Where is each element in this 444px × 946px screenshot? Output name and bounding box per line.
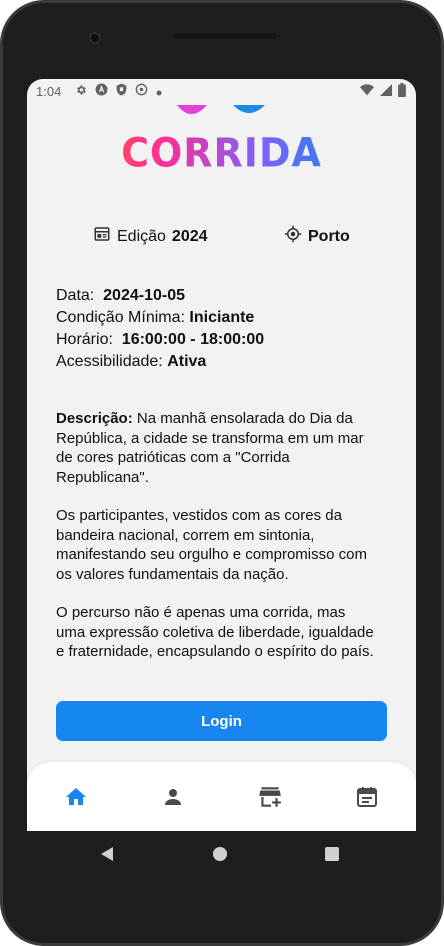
dot-icon: [156, 84, 162, 99]
battery-icon: [398, 82, 406, 100]
wifi-icon: [360, 83, 374, 99]
edition-info: Edição 2024: [93, 225, 208, 248]
home-circle-icon[interactable]: [213, 847, 227, 861]
description-paragraph-2: Os participantes, vestidos com as cores …: [56, 507, 367, 583]
date-value: 2024-10-05: [103, 287, 185, 304]
calendar-icon: [355, 785, 379, 814]
gear-icon: [75, 84, 87, 99]
add-event-icon: [257, 784, 283, 815]
login-button[interactable]: Login: [56, 701, 387, 741]
accessibility-label: Acessibilidade:: [56, 353, 163, 370]
description-paragraph-1: Descrição: Na manhã ensolarada do Dia da…: [56, 409, 376, 487]
status-bar: 1:04: [27, 79, 416, 103]
status-right-group: [360, 82, 406, 100]
location-info: Porto: [284, 225, 350, 248]
date-label: Data:: [56, 287, 95, 304]
event-details: Data: 2024-10-05 Condição Mínima: Inicia…: [56, 285, 396, 373]
edition-year: 2024: [171, 227, 208, 245]
tab-add-event[interactable]: [255, 784, 285, 814]
event-meta-row: Edição 2024 Porto: [27, 225, 416, 247]
time-value: 16:00:00 - 18:00:00: [121, 331, 265, 348]
person-icon: [161, 785, 185, 814]
at-icon: [135, 83, 148, 99]
bottom-tab-bar: [27, 762, 416, 831]
tab-home[interactable]: [61, 784, 91, 814]
tab-profile[interactable]: [158, 784, 188, 814]
phone-frame: 1:04 CORRIDA Edição 2024 Porto Data: 202…: [0, 0, 444, 946]
shield-icon: [116, 83, 127, 99]
status-time: 1:04: [36, 83, 62, 99]
description-label: Descrição:: [56, 410, 133, 427]
condition-value: Iniciante: [189, 309, 255, 326]
signal-icon: [380, 83, 392, 99]
accessibility-row: Acessibilidade: Ativa: [56, 351, 396, 373]
description-paragraph-3: O percurso não é apenas uma corrida, mas…: [56, 604, 374, 660]
a-badge-icon: [95, 83, 108, 99]
back-icon[interactable]: [101, 847, 115, 866]
location-name: Porto: [308, 227, 350, 245]
system-nav-bar: [27, 831, 416, 877]
location-target-icon: [284, 225, 302, 248]
event-description: Descrição: Na manhã ensolarada do Dia da…: [56, 409, 376, 681]
tab-calendar[interactable]: [352, 784, 382, 814]
home-icon: [64, 785, 88, 814]
logo-text: CORRIDA: [27, 130, 416, 176]
recents-square-icon[interactable]: [325, 847, 339, 861]
condition-label: Condição Mínima:: [56, 309, 185, 326]
logo-graphic: [177, 105, 265, 114]
condition-row: Condição Mínima: Iniciante: [56, 307, 396, 329]
app-screen: 1:04 CORRIDA Edição 2024 Porto Data: 202…: [27, 79, 416, 831]
time-row: Horário: 16:00:00 - 18:00:00: [56, 329, 396, 351]
date-row: Data: 2024-10-05: [56, 285, 396, 307]
speaker-grille: [173, 33, 277, 39]
front-camera: [89, 32, 101, 44]
calendar-view-icon: [93, 225, 111, 248]
edition-label: Edição: [117, 227, 166, 245]
time-label: Horário:: [56, 331, 113, 348]
accessibility-value: Ativa: [167, 353, 207, 370]
